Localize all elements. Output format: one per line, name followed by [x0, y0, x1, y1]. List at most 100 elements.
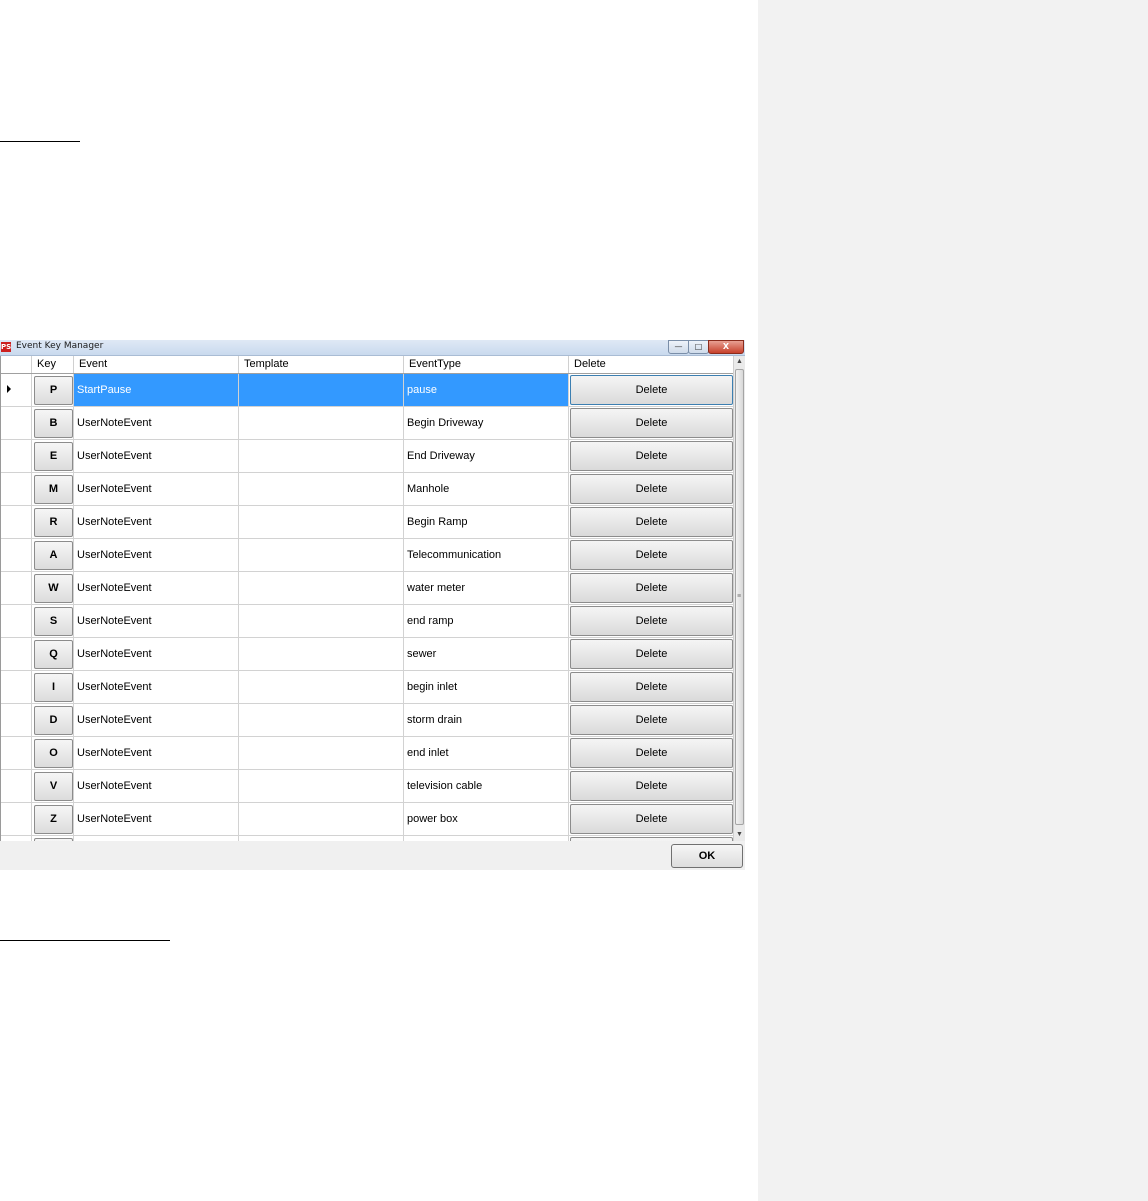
- template-cell[interactable]: [239, 572, 404, 604]
- table-row[interactable]: R UserNoteEvent Begin Ramp Delete: [1, 506, 734, 539]
- column-header-template[interactable]: Template: [239, 356, 404, 373]
- event-cell[interactable]: StartPause: [74, 374, 239, 406]
- eventtype-cell[interactable]: sewer: [404, 638, 569, 670]
- delete-button[interactable]: Delete: [570, 672, 733, 702]
- row-header-cell[interactable]: [1, 407, 32, 439]
- event-cell[interactable]: UserNoteEvent: [74, 440, 239, 472]
- key-button[interactable]: B: [34, 409, 73, 438]
- key-button[interactable]: E: [34, 442, 73, 471]
- row-header-cell[interactable]: [1, 374, 32, 406]
- minimize-button[interactable]: —: [668, 340, 689, 354]
- delete-button[interactable]: Delete: [570, 771, 733, 801]
- column-header-delete[interactable]: Delete: [569, 356, 734, 373]
- delete-button[interactable]: Delete: [570, 639, 733, 669]
- table-row[interactable]: I UserNoteEvent begin inlet Delete: [1, 671, 734, 704]
- delete-button[interactable]: Delete: [570, 441, 733, 471]
- row-header-cell[interactable]: [1, 473, 32, 505]
- delete-button[interactable]: Delete: [570, 408, 733, 438]
- table-row[interactable]: *None: [1, 836, 734, 841]
- scroll-up-arrow-icon[interactable]: ▲: [734, 356, 745, 368]
- template-cell[interactable]: [239, 440, 404, 472]
- key-button[interactable]: R: [34, 508, 73, 537]
- row-header-cell[interactable]: [1, 539, 32, 571]
- column-header-key[interactable]: Key: [32, 356, 74, 373]
- key-button[interactable]: M: [34, 475, 73, 504]
- eventtype-cell[interactable]: Begin Ramp: [404, 506, 569, 538]
- template-cell[interactable]: [239, 605, 404, 637]
- row-header-cell[interactable]: [1, 638, 32, 670]
- template-cell[interactable]: [239, 770, 404, 802]
- key-button[interactable]: Z: [34, 805, 73, 834]
- template-cell[interactable]: [239, 539, 404, 571]
- eventtype-cell[interactable]: Telecommunication: [404, 539, 569, 571]
- delete-button[interactable]: Delete: [570, 573, 733, 603]
- column-header-event[interactable]: Event: [74, 356, 239, 373]
- table-row[interactable]: Q UserNoteEvent sewer Delete: [1, 638, 734, 671]
- scroll-down-arrow-icon[interactable]: ▼: [734, 829, 745, 841]
- column-header-eventtype[interactable]: EventType: [404, 356, 569, 373]
- table-row[interactable]: O UserNoteEvent end inlet Delete: [1, 737, 734, 770]
- template-cell[interactable]: [239, 671, 404, 703]
- delete-button[interactable]: Delete: [570, 705, 733, 735]
- close-button[interactable]: X: [708, 340, 744, 354]
- eventtype-cell[interactable]: begin inlet: [404, 671, 569, 703]
- template-cell[interactable]: [239, 638, 404, 670]
- delete-button[interactable]: Delete: [570, 738, 733, 768]
- scrollbar-thumb[interactable]: ≡: [735, 369, 744, 825]
- event-cell[interactable]: UserNoteEvent: [74, 407, 239, 439]
- key-button[interactable]: I: [34, 673, 73, 702]
- key-button[interactable]: A: [34, 541, 73, 570]
- key-button[interactable]: None: [34, 838, 73, 841]
- eventtype-cell[interactable]: power box: [404, 803, 569, 835]
- eventtype-cell[interactable]: End Driveway: [404, 440, 569, 472]
- table-row[interactable]: D UserNoteEvent storm drain Delete: [1, 704, 734, 737]
- row-header-cell[interactable]: [1, 704, 32, 736]
- key-button[interactable]: W: [34, 574, 73, 603]
- template-cell[interactable]: [239, 836, 404, 841]
- delete-button[interactable]: Delete: [570, 540, 733, 570]
- eventtype-cell[interactable]: Manhole: [404, 473, 569, 505]
- row-header-cell[interactable]: [1, 605, 32, 637]
- delete-button[interactable]: Delete: [570, 804, 733, 834]
- eventtype-cell[interactable]: television cable: [404, 770, 569, 802]
- table-row[interactable]: A UserNoteEvent Telecommunication Delete: [1, 539, 734, 572]
- event-cell[interactable]: UserNoteEvent: [74, 638, 239, 670]
- delete-button[interactable]: Delete: [570, 474, 733, 504]
- eventtype-cell[interactable]: [404, 836, 569, 841]
- event-cell[interactable]: UserNoteEvent: [74, 803, 239, 835]
- event-cell[interactable]: UserNoteEvent: [74, 605, 239, 637]
- table-row[interactable]: P StartPause pause Delete: [1, 374, 734, 407]
- template-cell[interactable]: [239, 506, 404, 538]
- template-cell[interactable]: [239, 737, 404, 769]
- row-header-cell[interactable]: [1, 671, 32, 703]
- table-row[interactable]: Z UserNoteEvent power box Delete: [1, 803, 734, 836]
- event-cell[interactable]: UserNoteEvent: [74, 572, 239, 604]
- table-row[interactable]: E UserNoteEvent End Driveway Delete: [1, 440, 734, 473]
- ok-button[interactable]: OK: [671, 844, 743, 868]
- event-cell[interactable]: UserNoteEvent: [74, 539, 239, 571]
- eventtype-cell[interactable]: storm drain: [404, 704, 569, 736]
- eventtype-cell[interactable]: water meter: [404, 572, 569, 604]
- delete-button[interactable]: Delete: [570, 606, 733, 636]
- table-row[interactable]: W UserNoteEvent water meter Delete: [1, 572, 734, 605]
- row-header-cell[interactable]: [1, 737, 32, 769]
- maximize-button[interactable]: □: [688, 340, 709, 354]
- row-header-cell[interactable]: [1, 803, 32, 835]
- template-cell[interactable]: [239, 374, 404, 406]
- template-cell[interactable]: [239, 803, 404, 835]
- delete-button[interactable]: Delete: [570, 507, 733, 537]
- table-row[interactable]: B UserNoteEvent Begin Driveway Delete: [1, 407, 734, 440]
- row-header-cell[interactable]: [1, 572, 32, 604]
- delete-button[interactable]: Delete: [570, 375, 733, 405]
- template-cell[interactable]: [239, 473, 404, 505]
- event-cell[interactable]: UserNoteEvent: [74, 737, 239, 769]
- event-cell[interactable]: UserNoteEvent: [74, 473, 239, 505]
- key-button[interactable]: O: [34, 739, 73, 768]
- eventtype-cell[interactable]: Begin Driveway: [404, 407, 569, 439]
- eventtype-cell[interactable]: pause: [404, 374, 569, 406]
- template-cell[interactable]: [239, 407, 404, 439]
- event-cell[interactable]: UserNoteEvent: [74, 770, 239, 802]
- event-cell[interactable]: [74, 836, 239, 841]
- table-row[interactable]: V UserNoteEvent television cable Delete: [1, 770, 734, 803]
- template-cell[interactable]: [239, 704, 404, 736]
